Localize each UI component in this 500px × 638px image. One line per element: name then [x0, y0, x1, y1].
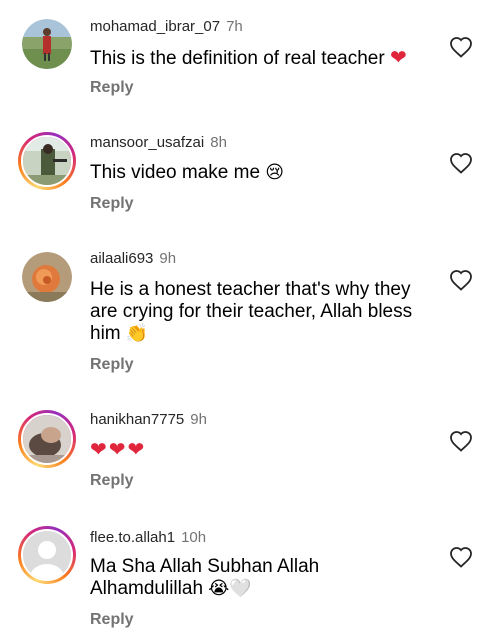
avatar[interactable]: [18, 132, 76, 190]
comment-time: 9h: [190, 411, 207, 428]
heart-emoji: ❤: [389, 45, 407, 69]
avatar-image: [21, 135, 73, 187]
comment-text: He is a honest teacher that's why they a…: [90, 279, 430, 345]
reply-button[interactable]: Reply: [90, 78, 134, 98]
heart-outline-icon[interactable]: [449, 430, 473, 452]
crying-face-emoji: 😢: [265, 162, 285, 183]
avatar-image: [21, 529, 73, 581]
comment-time: 9h: [159, 250, 177, 267]
heart-emoji: ❤❤❤: [90, 437, 147, 461]
comment-meta: mohamad_ibrar_07 7h: [90, 17, 243, 37]
avatar[interactable]: [22, 19, 72, 69]
avatar[interactable]: [22, 252, 72, 302]
reply-button[interactable]: Reply: [90, 355, 134, 375]
comment-item: flee.to.allah1 10h Ma Sha Allah Subhan Al…: [0, 516, 500, 638]
comment-username[interactable]: ailaali693: [90, 250, 153, 267]
comment-text: This is the definition of real teacher ❤: [90, 46, 430, 70]
comment-text-body: This is the definition of real teacher: [90, 48, 385, 69]
comment-item: mohamad_ibrar_07 7h This is the definitio…: [0, 0, 500, 116]
comment-meta: flee.to.allah1 10h: [90, 528, 206, 548]
comment-item: hanikhan7775 9h ❤❤❤ Reply: [0, 396, 500, 516]
comment-username[interactable]: hanikhan7775: [90, 411, 184, 428]
comment-meta: mansoor_usafzai 8h: [90, 133, 227, 153]
heart-outline-icon[interactable]: [449, 152, 473, 174]
comment-text-body: This video make me: [90, 162, 261, 183]
clapping-hands-emoji: 👏: [125, 323, 149, 344]
avatar[interactable]: [18, 526, 76, 584]
comment-meta: ailaali693 9h: [90, 249, 176, 269]
comment-username[interactable]: mansoor_usafzai: [90, 134, 204, 151]
heart-outline-icon[interactable]: [449, 269, 473, 291]
avatar-image: [22, 19, 72, 69]
comment-text: Ma Sha Allah Subhan Allah Alhamdulillah …: [90, 556, 350, 600]
comment-time: 10h: [181, 529, 207, 546]
heart-outline-icon[interactable]: [449, 36, 473, 58]
comment-text-body: Ma Sha Allah Subhan Allah Alhamdulillah: [90, 556, 320, 599]
avatar-image: [22, 252, 72, 302]
comment-username[interactable]: flee.to.allah1: [90, 529, 175, 546]
comment-item: ailaali693 9h He is a honest teacher that…: [0, 232, 500, 396]
crying-face-emoji: 😭🤍: [208, 578, 252, 599]
reply-button[interactable]: Reply: [90, 471, 134, 491]
comment-time: 8h: [210, 134, 227, 151]
comment-text: ❤❤❤: [90, 438, 430, 462]
reply-button[interactable]: Reply: [90, 610, 134, 630]
comment-meta: hanikhan7775 9h: [90, 410, 207, 430]
avatar[interactable]: [18, 410, 76, 468]
avatar-image: [21, 413, 73, 465]
heart-outline-icon[interactable]: [449, 546, 473, 568]
comment-username[interactable]: mohamad_ibrar_07: [90, 18, 220, 35]
comment-time: 7h: [226, 18, 243, 35]
reply-button[interactable]: Reply: [90, 194, 134, 214]
comment-text: This video make me 😢: [90, 162, 430, 184]
comment-item: mansoor_usafzai 8h This video make me 😢 R…: [0, 116, 500, 232]
